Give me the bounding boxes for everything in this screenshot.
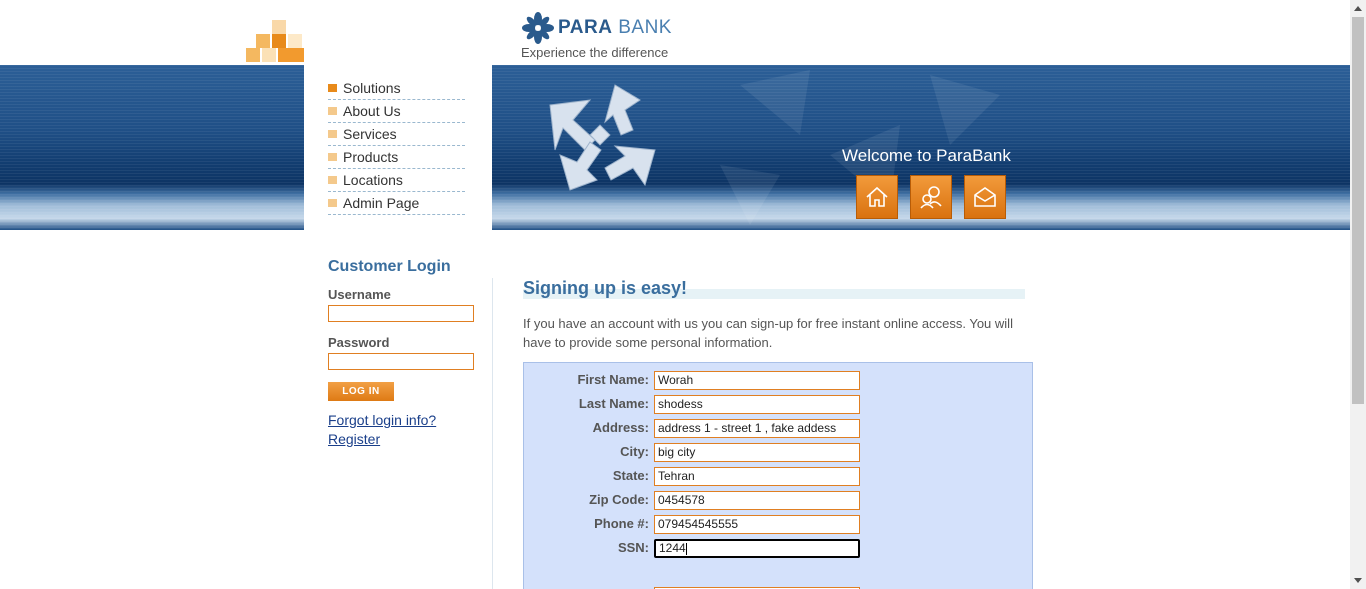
signup-title: Signing up is easy! bbox=[523, 278, 688, 298]
state-input[interactable]: Tehran bbox=[654, 467, 860, 486]
form-row-zip-code: Zip Code: 0454578 bbox=[523, 491, 863, 510]
nav-item-services[interactable]: Services bbox=[328, 123, 465, 146]
zip-code-label: Zip Code: bbox=[589, 492, 649, 507]
nav-item-locations[interactable]: Locations bbox=[328, 169, 465, 192]
form-row-address: Address: address 1 - street 1 , fake add… bbox=[523, 419, 863, 438]
contact-button[interactable] bbox=[964, 175, 1006, 219]
email-icon bbox=[974, 187, 996, 207]
home-button[interactable] bbox=[856, 175, 898, 219]
contact-icon bbox=[920, 186, 942, 209]
form-row-city: City: big city bbox=[523, 443, 863, 462]
logo-squares-graphic bbox=[246, 20, 304, 64]
scroll-down-arrow-icon[interactable] bbox=[1350, 572, 1366, 589]
password-label: Password bbox=[328, 335, 390, 350]
bullet-icon bbox=[328, 176, 337, 184]
address-label: Address: bbox=[592, 420, 649, 435]
username-input[interactable] bbox=[328, 305, 474, 322]
nav-item-products[interactable]: Products bbox=[328, 146, 465, 169]
state-label: State: bbox=[612, 468, 649, 483]
phone-label: Phone #: bbox=[594, 516, 649, 531]
home-icon bbox=[866, 186, 888, 207]
form-row-last-name: Last Name: shodess bbox=[523, 395, 863, 414]
text-caret bbox=[685, 542, 687, 555]
form-row-first-name: First Name: Worah bbox=[523, 371, 863, 390]
brand-name: PARA BANK bbox=[558, 17, 672, 38]
ssn-input[interactable]: 1244 bbox=[654, 539, 860, 558]
about-button[interactable] bbox=[910, 175, 952, 219]
ssn-value: 1244 bbox=[659, 541, 686, 555]
first-name-input[interactable]: Worah bbox=[654, 371, 860, 390]
scroll-up-arrow-icon[interactable] bbox=[1350, 0, 1366, 17]
welcome-message: Welcome to ParaBank bbox=[842, 146, 1011, 165]
bullet-icon bbox=[328, 107, 337, 115]
password-input[interactable] bbox=[328, 353, 474, 370]
city-input[interactable]: big city bbox=[654, 443, 860, 462]
bullet-icon bbox=[328, 199, 337, 207]
last-name-label: Last Name: bbox=[578, 396, 649, 411]
column-divider bbox=[492, 278, 493, 589]
banner-arrows-logo-graphic bbox=[549, 84, 656, 191]
page: PARA BANK Experience the difference Solu… bbox=[0, 0, 1350, 589]
ssn-label: SSN: bbox=[617, 540, 649, 555]
nav-item-solutions[interactable]: Solutions bbox=[328, 77, 465, 100]
form-row-state: State: Tehran bbox=[523, 467, 863, 486]
form-row-phone: Phone #: 079454545555 bbox=[523, 515, 863, 534]
nav-item-about-us[interactable]: About Us bbox=[328, 100, 465, 123]
bullet-icon bbox=[328, 130, 337, 138]
signup-intro: If you have an account with us you can s… bbox=[523, 316, 1013, 350]
register-link[interactable]: Register bbox=[328, 431, 380, 447]
scrollbar-thumb[interactable] bbox=[1352, 17, 1364, 404]
pinwheel-logo-icon bbox=[522, 12, 554, 44]
vertical-scrollbar[interactable] bbox=[1350, 0, 1366, 589]
form-row-ssn: SSN: 1244 bbox=[523, 539, 863, 558]
first-name-label: First Name: bbox=[577, 372, 649, 387]
customer-login-title: Customer Login bbox=[328, 258, 451, 275]
zip-code-input[interactable]: 0454578 bbox=[654, 491, 860, 510]
login-button[interactable]: LOG IN bbox=[328, 382, 394, 401]
forgot-login-link[interactable]: Forgot login info? bbox=[328, 412, 436, 428]
nav-item-admin-page[interactable]: Admin Page bbox=[328, 192, 465, 215]
last-name-input[interactable]: shodess bbox=[654, 395, 860, 414]
parabank-logo[interactable]: PARA BANK bbox=[522, 12, 672, 44]
city-label: City: bbox=[620, 444, 649, 459]
address-input[interactable]: address 1 - street 1 , fake addess bbox=[654, 419, 860, 438]
username-label: Username bbox=[328, 287, 391, 302]
bullet-icon bbox=[328, 153, 337, 161]
main-nav: Solutions About Us Services Products Loc… bbox=[328, 77, 465, 215]
header-banner bbox=[0, 65, 1350, 230]
bullet-icon bbox=[328, 84, 337, 92]
phone-input[interactable]: 079454545555 bbox=[654, 515, 860, 534]
tagline: Experience the difference bbox=[521, 45, 669, 60]
